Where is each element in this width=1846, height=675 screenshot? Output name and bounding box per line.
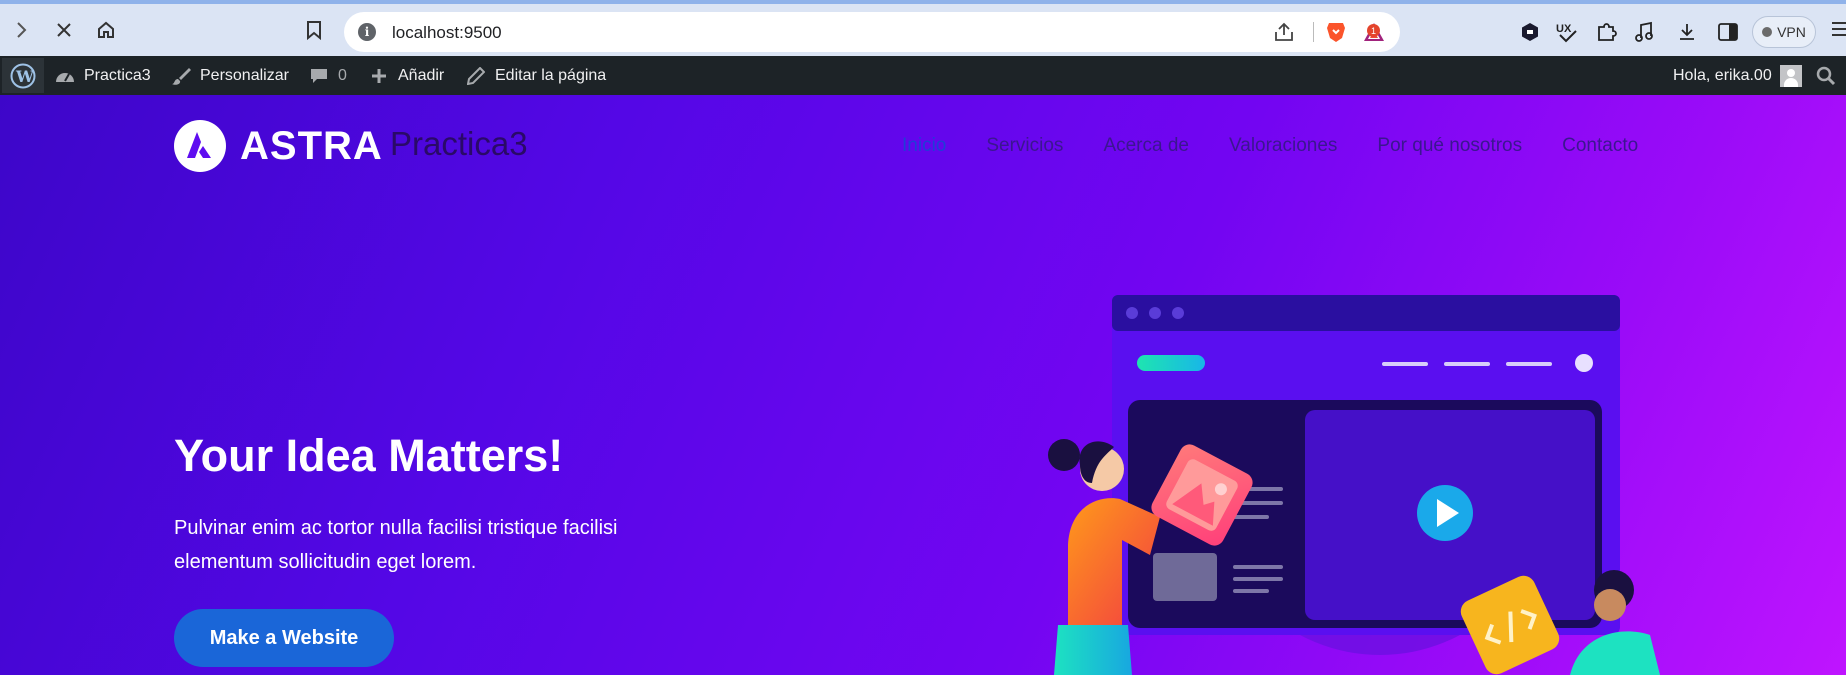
admin-comments-link[interactable]: 0	[308, 56, 347, 95]
svg-text:W: W	[15, 67, 35, 86]
admin-greeting: Hola, erika.00	[1673, 66, 1772, 84]
dashboard-icon	[54, 65, 76, 87]
ux-extension-icon[interactable]: UX	[1555, 20, 1579, 44]
nav-item-servicios[interactable]: Servicios	[986, 135, 1063, 157]
hero-title: Your Idea Matters!	[174, 430, 564, 481]
hero-description: Pulvinar enim ac tortor nulla facilisi t…	[174, 517, 618, 573]
plus-icon	[368, 65, 390, 87]
forward-icon[interactable]	[8, 16, 36, 44]
address-url[interactable]: localhost:9500	[392, 23, 502, 43]
admin-account-link[interactable]: Hola, erika.00	[1673, 56, 1802, 95]
admin-customize-link[interactable]: Personalizar	[170, 56, 289, 95]
wordpress-logo-icon[interactable]: W	[2, 58, 44, 93]
nav-item-acerca-de[interactable]: Acerca de	[1103, 135, 1189, 157]
notification-badge: 1	[1367, 24, 1380, 37]
make-website-button[interactable]: Make a Website	[174, 609, 394, 667]
site-info-icon[interactable]: i	[358, 23, 376, 41]
main-nav: Inicio Servicios Acerca de Valoraciones …	[902, 135, 1638, 157]
stop-loading-icon[interactable]	[50, 16, 78, 44]
vpn-status-icon	[1762, 27, 1773, 37]
admin-search-icon[interactable]	[1816, 56, 1836, 95]
home-icon[interactable]	[92, 16, 120, 44]
site-title[interactable]: Practica3	[390, 125, 528, 163]
bookmark-icon[interactable]	[300, 16, 328, 44]
vpn-label: VPN	[1777, 24, 1806, 40]
svg-text:UX: UX	[1556, 23, 1572, 35]
nav-item-valoraciones[interactable]: Valoraciones	[1229, 135, 1337, 157]
admin-edit-page-link[interactable]: Editar la página	[465, 56, 606, 95]
admin-comments-count: 0	[338, 66, 347, 84]
site-logo[interactable]: ASTRA	[174, 120, 383, 172]
extension-icon[interactable]	[1518, 20, 1542, 44]
download-icon[interactable]	[1675, 20, 1699, 44]
admin-site-link[interactable]: Practica3	[54, 56, 151, 95]
divider	[1313, 22, 1314, 42]
sidebar-toggle-icon[interactable]	[1716, 20, 1740, 44]
browser-menu-icon[interactable]	[1832, 22, 1846, 36]
pencil-icon	[465, 65, 487, 87]
brave-rewards-icon[interactable]: 1	[1362, 20, 1388, 44]
admin-add-new-label: Añadir	[398, 66, 445, 84]
logo-text: ASTRA	[240, 123, 383, 168]
admin-customize-label: Personalizar	[200, 66, 289, 84]
browser-toolbar: i localhost:9500 1 UX VPN	[0, 0, 1846, 56]
hero-section: ASTRA Practica3 Inicio Servicios Acerca …	[0, 95, 1846, 675]
astra-logo-icon	[174, 120, 226, 172]
comment-icon	[308, 65, 330, 87]
share-icon[interactable]	[1272, 20, 1296, 44]
vpn-button[interactable]: VPN	[1752, 16, 1816, 48]
avatar	[1779, 64, 1802, 87]
media-music-icon[interactable]	[1632, 20, 1656, 44]
hero-illustration	[1048, 295, 1660, 675]
brave-shield-icon[interactable]	[1324, 20, 1348, 44]
extensions-puzzle-icon[interactable]	[1595, 20, 1619, 44]
nav-item-contacto[interactable]: Contacto	[1562, 135, 1638, 157]
admin-site-name: Practica3	[84, 66, 151, 84]
brush-icon	[170, 65, 192, 87]
nav-item-por-que-nosotros[interactable]: Por qué nosotros	[1377, 135, 1522, 157]
address-bar[interactable]: i localhost:9500 1	[344, 12, 1400, 52]
admin-add-new-link[interactable]: Añadir	[368, 56, 444, 95]
wp-admin-bar: W Practica3 Personalizar 0 Añadir Editar…	[0, 56, 1846, 95]
nav-item-inicio[interactable]: Inicio	[902, 135, 946, 157]
admin-edit-page-label: Editar la página	[495, 66, 607, 84]
